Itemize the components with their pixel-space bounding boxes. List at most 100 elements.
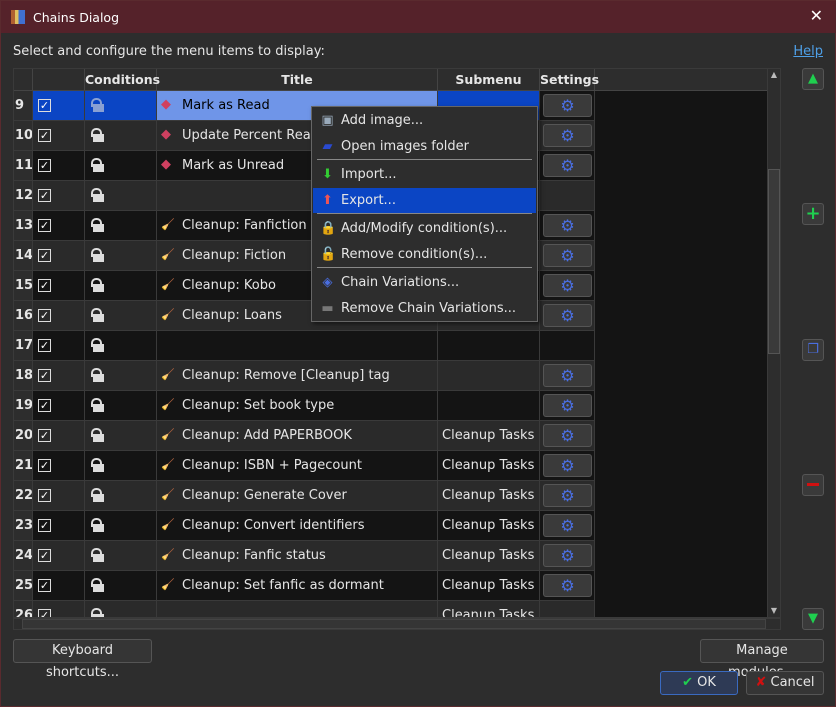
settings-gear-button[interactable]: ⚙ <box>543 244 592 267</box>
header-conditions[interactable]: Conditions <box>85 69 160 91</box>
manage-modules-button[interactable]: Manage modules... <box>700 639 824 680</box>
active-cell[interactable]: ✓ <box>33 481 85 511</box>
keyboard-shortcuts-button[interactable]: Keyboard shortcuts... <box>13 639 152 680</box>
active-cell[interactable]: ✓ <box>33 541 85 571</box>
settings-gear-button[interactable]: ⚙ <box>543 214 592 237</box>
active-cell[interactable]: ✓ <box>33 391 85 421</box>
vertical-scrollbar[interactable]: ▲ ▼ <box>767 68 781 618</box>
conditions-cell[interactable] <box>85 571 157 601</box>
settings-gear-button[interactable]: ⚙ <box>543 454 592 477</box>
active-checkbox[interactable]: ✓ <box>38 339 51 352</box>
submenu-cell[interactable] <box>438 361 540 391</box>
settings-gear-button[interactable]: ⚙ <box>543 304 592 327</box>
table-row[interactable]: 20 ✓ 🧹 Cleanup: Add PAPERBOOK Cleanup Tasks ⚙ <box>14 421 595 451</box>
table-row[interactable]: 18 ✓ 🧹 Cleanup: Remove [Cleanup] tag ⚙ <box>14 361 595 391</box>
active-cell[interactable]: ✓ <box>33 241 85 271</box>
active-checkbox[interactable]: ✓ <box>38 189 51 202</box>
menu-item-import[interactable]: ⬇ Import... <box>313 162 536 187</box>
table-row[interactable]: 22 ✓ 🧹 Cleanup: Generate Cover Cleanup Tasks… <box>14 481 595 511</box>
add-button[interactable]: + <box>802 203 824 225</box>
table-row[interactable]: 26 ✓ Cleanup Tasks <box>14 601 595 617</box>
submenu-cell[interactable]: Cleanup Tasks <box>438 481 540 511</box>
active-cell[interactable]: ✓ <box>33 91 85 121</box>
menu-item-folder[interactable]: ▰ Open images folder <box>313 134 536 159</box>
menu-item-minus[interactable]: ▬ Remove Chain Variations... <box>313 296 536 321</box>
conditions-cell[interactable] <box>85 601 157 617</box>
move-down-button[interactable]: ▼ <box>802 608 824 630</box>
conditions-cell[interactable] <box>85 511 157 541</box>
active-checkbox[interactable]: ✓ <box>38 429 51 442</box>
submenu-cell[interactable]: Cleanup Tasks <box>438 451 540 481</box>
active-checkbox[interactable]: ✓ <box>38 309 51 322</box>
settings-gear-button[interactable]: ⚙ <box>543 514 592 537</box>
active-checkbox[interactable]: ✓ <box>38 99 51 112</box>
delete-button[interactable] <box>802 474 824 496</box>
conditions-cell[interactable] <box>85 301 157 331</box>
title-cell[interactable]: 🧹 Cleanup: ISBN + Pagecount <box>157 451 438 481</box>
title-cell[interactable]: 🧹 Cleanup: Set book type <box>157 391 438 421</box>
menu-item-lock[interactable]: 🔒 Add/Modify condition(s)... <box>313 216 536 241</box>
submenu-cell[interactable]: Cleanup Tasks <box>438 601 540 617</box>
settings-gear-button[interactable]: ⚙ <box>543 154 592 177</box>
conditions-cell[interactable] <box>85 121 157 151</box>
conditions-cell[interactable] <box>85 541 157 571</box>
title-cell[interactable]: 🧹 Cleanup: Generate Cover <box>157 481 438 511</box>
active-cell[interactable]: ✓ <box>33 421 85 451</box>
active-cell[interactable]: ✓ <box>33 601 85 617</box>
active-cell[interactable]: ✓ <box>33 511 85 541</box>
active-checkbox[interactable]: ✓ <box>38 459 51 472</box>
active-cell[interactable]: ✓ <box>33 331 85 361</box>
title-cell[interactable]: 🧹 Cleanup: Remove [Cleanup] tag <box>157 361 438 391</box>
scroll-up-arrow[interactable]: ▲ <box>769 70 779 80</box>
active-cell[interactable]: ✓ <box>33 571 85 601</box>
header-active[interactable] <box>33 69 85 91</box>
title-cell[interactable] <box>157 331 438 361</box>
active-checkbox[interactable]: ✓ <box>38 159 51 172</box>
ok-button[interactable]: ✔ OK <box>660 671 738 695</box>
header-settings[interactable]: Settings <box>540 69 599 91</box>
menu-item-add-image[interactable]: ▣ Add image... <box>313 108 536 133</box>
submenu-cell[interactable] <box>438 331 540 361</box>
settings-gear-button[interactable]: ⚙ <box>543 574 592 597</box>
title-cell[interactable]: 🧹 Cleanup: Convert identifiers <box>157 511 438 541</box>
conditions-cell[interactable] <box>85 241 157 271</box>
settings-gear-button[interactable]: ⚙ <box>543 544 592 567</box>
conditions-cell[interactable] <box>85 361 157 391</box>
submenu-cell[interactable]: Cleanup Tasks <box>438 571 540 601</box>
active-cell[interactable]: ✓ <box>33 361 85 391</box>
conditions-cell[interactable] <box>85 391 157 421</box>
active-checkbox[interactable]: ✓ <box>38 399 51 412</box>
conditions-cell[interactable] <box>85 481 157 511</box>
conditions-cell[interactable] <box>85 451 157 481</box>
table-row[interactable]: 19 ✓ 🧹 Cleanup: Set book type ⚙ <box>14 391 595 421</box>
active-cell[interactable]: ✓ <box>33 211 85 241</box>
active-checkbox[interactable]: ✓ <box>38 369 51 382</box>
title-cell[interactable]: 🧹 Cleanup: Set fanfic as dormant <box>157 571 438 601</box>
table-row[interactable]: 24 ✓ 🧹 Cleanup: Fanfic status Cleanup Tasks ⚙ <box>14 541 595 571</box>
active-checkbox[interactable]: ✓ <box>38 609 51 617</box>
active-checkbox[interactable]: ✓ <box>38 519 51 532</box>
settings-gear-button[interactable]: ⚙ <box>543 424 592 447</box>
move-up-button[interactable]: ▲ <box>802 68 824 90</box>
table-row[interactable]: 21 ✓ 🧹 Cleanup: ISBN + Pagecount Cleanup Tas… <box>14 451 595 481</box>
active-checkbox[interactable]: ✓ <box>38 489 51 502</box>
active-cell[interactable]: ✓ <box>33 151 85 181</box>
menu-item-layers[interactable]: ◈ Chain Variations... <box>313 270 536 295</box>
title-cell[interactable]: 🧹 Cleanup: Fanfic status <box>157 541 438 571</box>
table-row[interactable]: 17 ✓ <box>14 331 595 361</box>
title-cell[interactable]: 🧹 Cleanup: Add PAPERBOOK <box>157 421 438 451</box>
active-checkbox[interactable]: ✓ <box>38 129 51 142</box>
active-cell[interactable]: ✓ <box>33 451 85 481</box>
help-link[interactable]: Help <box>793 44 823 59</box>
hscrollbar-thumb[interactable] <box>22 619 766 629</box>
cancel-button[interactable]: ✘ Cancel <box>746 671 824 695</box>
conditions-cell[interactable] <box>85 211 157 241</box>
active-cell[interactable]: ✓ <box>33 271 85 301</box>
table-row[interactable]: 23 ✓ 🧹 Cleanup: Convert identifiers Cleanup … <box>14 511 595 541</box>
menu-item-unlock[interactable]: 🔓 Remove condition(s)... <box>313 242 536 267</box>
active-checkbox[interactable]: ✓ <box>38 219 51 232</box>
active-cell[interactable]: ✓ <box>33 301 85 331</box>
settings-gear-button[interactable]: ⚙ <box>543 94 592 117</box>
conditions-cell[interactable] <box>85 91 157 121</box>
active-cell[interactable]: ✓ <box>33 181 85 211</box>
